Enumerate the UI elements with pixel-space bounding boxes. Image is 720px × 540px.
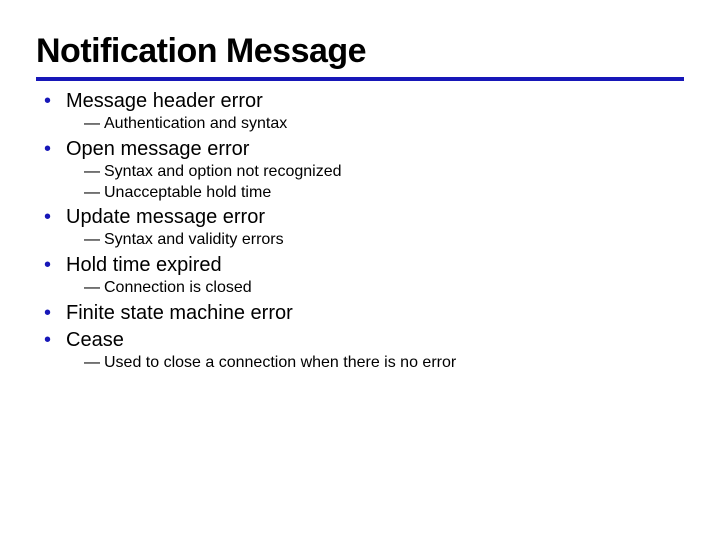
list-item: Finite state machine error — [44, 301, 684, 326]
sub-list-item-label: Syntax and option not recognized — [104, 163, 342, 180]
list-item-label: Finite state machine error — [66, 302, 293, 324]
sub-list: Connection is closed — [66, 278, 684, 299]
bullet-list: Message header error Authentication and … — [36, 89, 684, 374]
sub-list-item-label: Connection is closed — [104, 279, 252, 296]
title-underline — [36, 77, 684, 81]
list-item: Open message error Syntax and option not… — [44, 137, 684, 204]
sub-list-item: Used to close a connection when there is… — [84, 353, 684, 374]
sub-list-item-label: Authentication and syntax — [104, 115, 287, 132]
sub-list: Authentication and syntax — [66, 114, 684, 135]
sub-list: Syntax and option not recognized Unaccep… — [66, 162, 684, 204]
list-item: Cease Used to close a connection when th… — [44, 328, 684, 374]
sub-list-item: Syntax and option not recognized — [84, 162, 684, 183]
sub-list-item-label: Unacceptable hold time — [104, 184, 271, 201]
sub-list-item: Unacceptable hold time — [84, 183, 684, 204]
list-item-label: Message header error — [66, 90, 263, 112]
list-item: Hold time expired Connection is closed — [44, 253, 684, 299]
sub-list: Syntax and validity errors — [66, 230, 684, 251]
list-item: Message header error Authentication and … — [44, 89, 684, 135]
sub-list-item-label: Syntax and validity errors — [104, 231, 284, 248]
slide-title: Notification Message — [36, 32, 684, 77]
slide: Notification Message Message header erro… — [0, 0, 720, 540]
sub-list-item-label: Used to close a connection when there is… — [104, 354, 456, 371]
list-item-label: Open message error — [66, 138, 249, 160]
sub-list-item: Authentication and syntax — [84, 114, 684, 135]
list-item: Update message error Syntax and validity… — [44, 205, 684, 251]
sub-list: Used to close a connection when there is… — [66, 353, 684, 374]
list-item-label: Hold time expired — [66, 254, 222, 276]
list-item-label: Update message error — [66, 206, 265, 228]
sub-list-item: Syntax and validity errors — [84, 230, 684, 251]
sub-list-item: Connection is closed — [84, 278, 684, 299]
list-item-label: Cease — [66, 329, 124, 351]
